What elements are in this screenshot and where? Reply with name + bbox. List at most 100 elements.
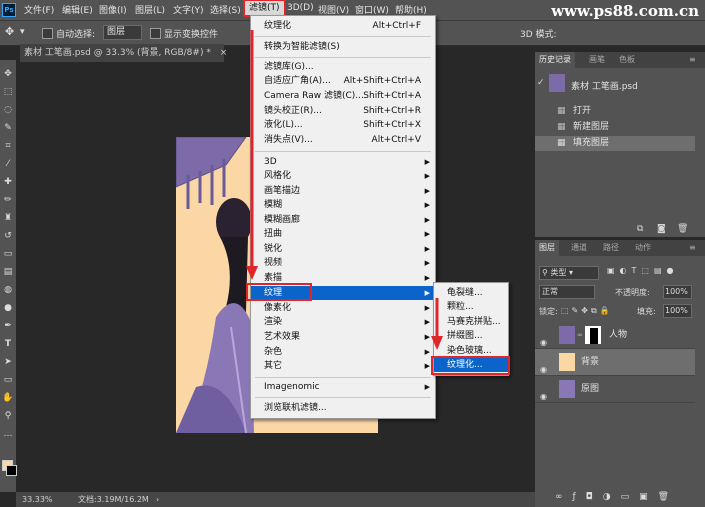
menu-item-3d[interactable]: 3D ▶ [251,155,435,169]
tab-paths[interactable]: 路径 [599,240,623,256]
submenu-item-craquelure[interactable]: 龟裂缝... [434,286,508,300]
history-item[interactable]: ▦ 打开 [535,104,695,119]
healing-icon[interactable]: ✚ [2,176,14,188]
layer-footer-icons[interactable]: ∞ƒ◘◑▭▣🗑 [555,492,679,502]
fill-input[interactable]: 100% [663,304,692,318]
dodge-icon[interactable]: ● [2,302,14,314]
layer-thumbnail [559,326,575,344]
type-icon[interactable]: T [2,338,14,350]
background-color-swatch[interactable] [6,465,17,476]
zoom-icon[interactable]: ⚲ [2,410,14,422]
layer-row[interactable]: ◉ ∞ 人物 [535,322,695,349]
move-tool-icon[interactable]: ✥ [5,25,14,38]
eraser-icon[interactable]: ▭ [2,248,14,260]
pen-icon[interactable]: ✒ [2,320,14,332]
menu-filter[interactable]: 滤镜(T) [243,0,286,17]
eyedropper-icon[interactable]: ⁄ [2,158,14,170]
panel-menu-icon[interactable]: ≡ [685,52,700,68]
history-item[interactable]: ▦ 新建图层 [535,120,695,135]
layer-row[interactable]: ◉ 原图 [535,376,695,403]
menu-item-convert-smart[interactable]: 转换为智能滤镜(S) [251,40,435,54]
menu-type[interactable]: 文字(Y) [173,3,204,16]
menu-select[interactable]: 选择(S) [210,3,241,16]
menu-item-imagenomic[interactable]: Imagenomic ▶ [251,380,435,394]
lock-icons[interactable]: ⬚✎✥⧉🔒 [561,306,613,316]
menu-file[interactable]: 文件(F) [24,3,54,16]
menu-image[interactable]: 图像(I) [99,3,127,16]
menu-item-camera-raw[interactable]: Camera Raw 滤镜(C)... Shift+Ctrl+A [251,89,435,103]
new-document-icon[interactable]: ⧉ [637,224,643,234]
camera-icon[interactable]: ◙ [657,224,666,234]
menu-item-blur-gallery[interactable]: 模糊画廊 ▶ [251,213,435,227]
submenu-item-patchwork[interactable]: 拼缀图... [434,329,508,343]
submenu-item-grain[interactable]: 颗粒... [434,300,508,314]
opacity-input[interactable]: 100% [663,285,692,299]
brush-source-icon[interactable]: ✓ [537,78,545,88]
layer-filter-value: 类型 [550,268,567,277]
menu-item-filter-gallery[interactable]: 滤镜库(G)... [251,60,435,74]
menu-item-sharpen[interactable]: 锐化 ▶ [251,242,435,256]
auto-select-checkbox[interactable] [42,28,53,39]
submenu-item-mosaic-tiles[interactable]: 马赛克拼贴... [434,315,508,329]
menu-item-vanishing-point[interactable]: 消失点(V)... Alt+Ctrl+V [251,133,435,147]
history-brush-icon[interactable]: ↺ [2,230,14,242]
menu-item-brush-strokes[interactable]: 画笔描边 ▶ [251,184,435,198]
tab-brush[interactable]: 画笔 [585,52,609,68]
marquee-icon[interactable]: ⬚ [2,86,14,98]
blend-mode-dropdown[interactable]: 正常 [539,285,595,299]
panel-menu-icon[interactable]: ≡ [685,240,700,256]
eye-icon[interactable]: ◉ [540,384,547,410]
menu-item-pixelate[interactable]: 像素化 ▶ [251,301,435,315]
snapshot-label[interactable]: 素材 工笔画.psd [571,79,638,92]
menu-item-artistic[interactable]: 艺术效果 ▶ [251,330,435,344]
layer-filter-dropdown[interactable]: ⚲ 类型 ▾ [539,266,599,280]
menu-item-liquify[interactable]: 液化(L)... Shift+Ctrl+X [251,118,435,132]
tab-swatches[interactable]: 色板 [615,52,639,68]
menu-item-lens-correction[interactable]: 镜头校正(R)... Shift+Ctrl+R [251,104,435,118]
crop-icon[interactable]: ⌗ [2,140,14,152]
close-icon[interactable]: × [220,48,228,58]
menu-layer[interactable]: 图层(L) [135,3,165,16]
chevron-right-icon[interactable]: › [156,492,159,507]
gradient-icon[interactable]: ▤ [2,266,14,278]
menu-item-other[interactable]: 其它 ▶ [251,359,435,373]
menu-item-video[interactable]: 视频 ▶ [251,256,435,270]
document-tab[interactable]: 素材 工笔画.psd @ 33.3% (背景, RGB/8#) * × [20,44,227,62]
watermark-text: www.ps88.com.cn [551,2,699,20]
menu-3d[interactable]: 3D(D) [287,3,314,13]
menu-item-adaptive-wide[interactable]: 自适应广角(A)... Alt+Shift+Ctrl+A [251,74,435,88]
tab-layers[interactable]: 图层 [535,240,559,256]
auto-select-dropdown[interactable]: 图层 [103,25,142,40]
move-icon[interactable]: ✥ [2,68,14,80]
menu-item-render[interactable]: 渲染 ▶ [251,315,435,329]
chevron-right-icon: ▶ [424,383,430,391]
menu-item-stylize[interactable]: 风格化 ▶ [251,169,435,183]
more-tools-icon[interactable]: … [2,428,14,440]
lasso-icon[interactable]: ◌ [2,104,14,116]
shape-icon[interactable]: ▭ [2,374,14,386]
menu-item-last-filter[interactable]: 纹理化 Alt+Ctrl+F [251,19,435,33]
show-transform-checkbox[interactable] [150,28,161,39]
tab-history[interactable]: 历史记录 [535,52,575,68]
menu-item-distort[interactable]: 扭曲 ▶ [251,227,435,241]
menu-separator [255,36,431,37]
menu-item-blur[interactable]: 模糊 ▶ [251,198,435,212]
hand-icon[interactable]: ✋ [2,392,14,404]
tab-actions[interactable]: 动作 [631,240,655,256]
menu-edit[interactable]: 编辑(E) [62,3,93,16]
layer-filter-icons[interactable]: ▣◐T⬚▤● [607,266,679,275]
stamp-icon[interactable]: ♜ [2,212,14,224]
tab-channels[interactable]: 通道 [567,240,591,256]
history-item[interactable]: ▦ 填充图层 [535,136,695,151]
blur-icon[interactable]: ◍ [2,284,14,296]
menu-item-browse-online[interactable]: 浏览联机滤镜... [251,401,435,415]
layer-row[interactable]: ◉ 背景 [535,349,695,376]
trash-icon[interactable]: 🗑 [677,224,688,234]
zoom-level[interactable]: 33.33% [22,492,53,507]
path-select-icon[interactable]: ➤ [2,356,14,368]
quick-select-icon[interactable]: ✎ [2,122,14,134]
brush-icon[interactable]: ✏ [2,194,14,206]
layer-mask-thumbnail[interactable] [585,326,601,344]
menu-item-noise[interactable]: 杂色 ▶ [251,345,435,359]
chevron-down-icon[interactable]: ▾ [20,27,25,37]
